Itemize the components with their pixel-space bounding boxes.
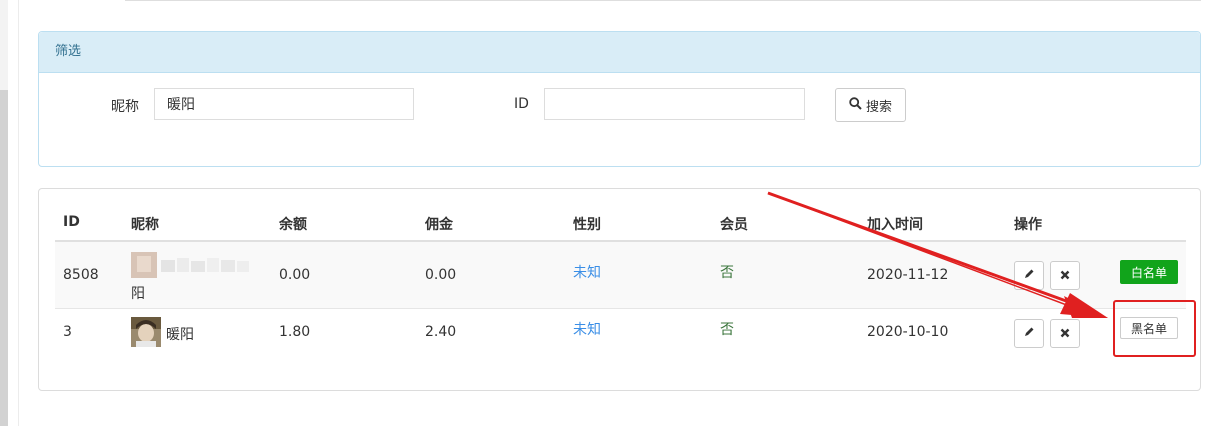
cell-gender[interactable]: 未知 [573,319,601,339]
annotation-highlight-box [1113,300,1196,357]
search-button-label: 搜索 [865,99,892,115]
column-header-nickname: 昵称 [131,217,159,233]
cell-id: 3 [63,324,72,340]
column-header-actions: 操作 [1014,217,1042,233]
cell-nickname: 阳 [131,286,145,302]
cell-gender[interactable]: 未知 [573,262,601,282]
search-icon [849,96,862,114]
filter-panel: 筛选 昵称 ID 搜索 [38,31,1201,167]
cell-nickname: 暖阳 [166,327,194,343]
column-header-gender: 性别 [573,217,601,233]
id-input[interactable] [544,88,805,120]
column-header-member: 会员 [720,217,748,233]
cell-joined: 2020-11-12 [867,267,949,283]
edit-pencil-icon [1023,268,1035,284]
nickname-label: 昵称 [111,99,139,115]
left-scrollbar-track[interactable] [0,0,8,426]
avatar-blurred [131,252,251,278]
edit-pencil-icon [1023,326,1035,342]
left-scrollbar-thumb[interactable] [0,90,8,426]
column-header-balance: 余额 [279,217,307,233]
cell-member: 否 [720,265,734,281]
cell-balance: 1.80 [279,324,311,340]
delete-x-icon [1060,326,1070,342]
cell-joined: 2020-10-10 [867,324,949,340]
column-header-joined: 加入时间 [867,217,923,233]
edit-button[interactable] [1014,261,1044,290]
filter-panel-heading: 筛选 [39,32,1200,73]
delete-button[interactable] [1050,261,1080,290]
cell-commission: 2.40 [425,324,457,340]
top-divider [125,0,1201,1]
delete-x-icon [1060,268,1070,284]
edit-button[interactable] [1014,319,1044,348]
id-label: ID [514,96,529,112]
search-button[interactable]: 搜索 [835,88,906,122]
whitelist-button[interactable]: 白名单 [1120,260,1178,284]
cell-balance: 0.00 [279,267,311,283]
cell-id: 8508 [63,267,99,283]
column-header-commission: 佣金 [425,217,453,233]
avatar [131,317,161,347]
nickname-input[interactable] [154,88,414,120]
table-row: 3 暖阳 1.80 2.40 未知 否 2020-10-10 黑名单 [55,309,1186,367]
cell-commission: 0.00 [425,267,457,283]
table-row: 8508 阳 0.00 0.00 未知 否 2020-11-12 白名单 [55,242,1186,309]
delete-button[interactable] [1050,319,1080,348]
user-table-panel: ID 昵称 余额 佣金 性别 会员 加入时间 操作 8508 阳 0.00 0.… [38,188,1201,391]
column-header-id: ID [63,214,80,230]
cell-member: 否 [720,322,734,338]
divider [18,0,19,426]
